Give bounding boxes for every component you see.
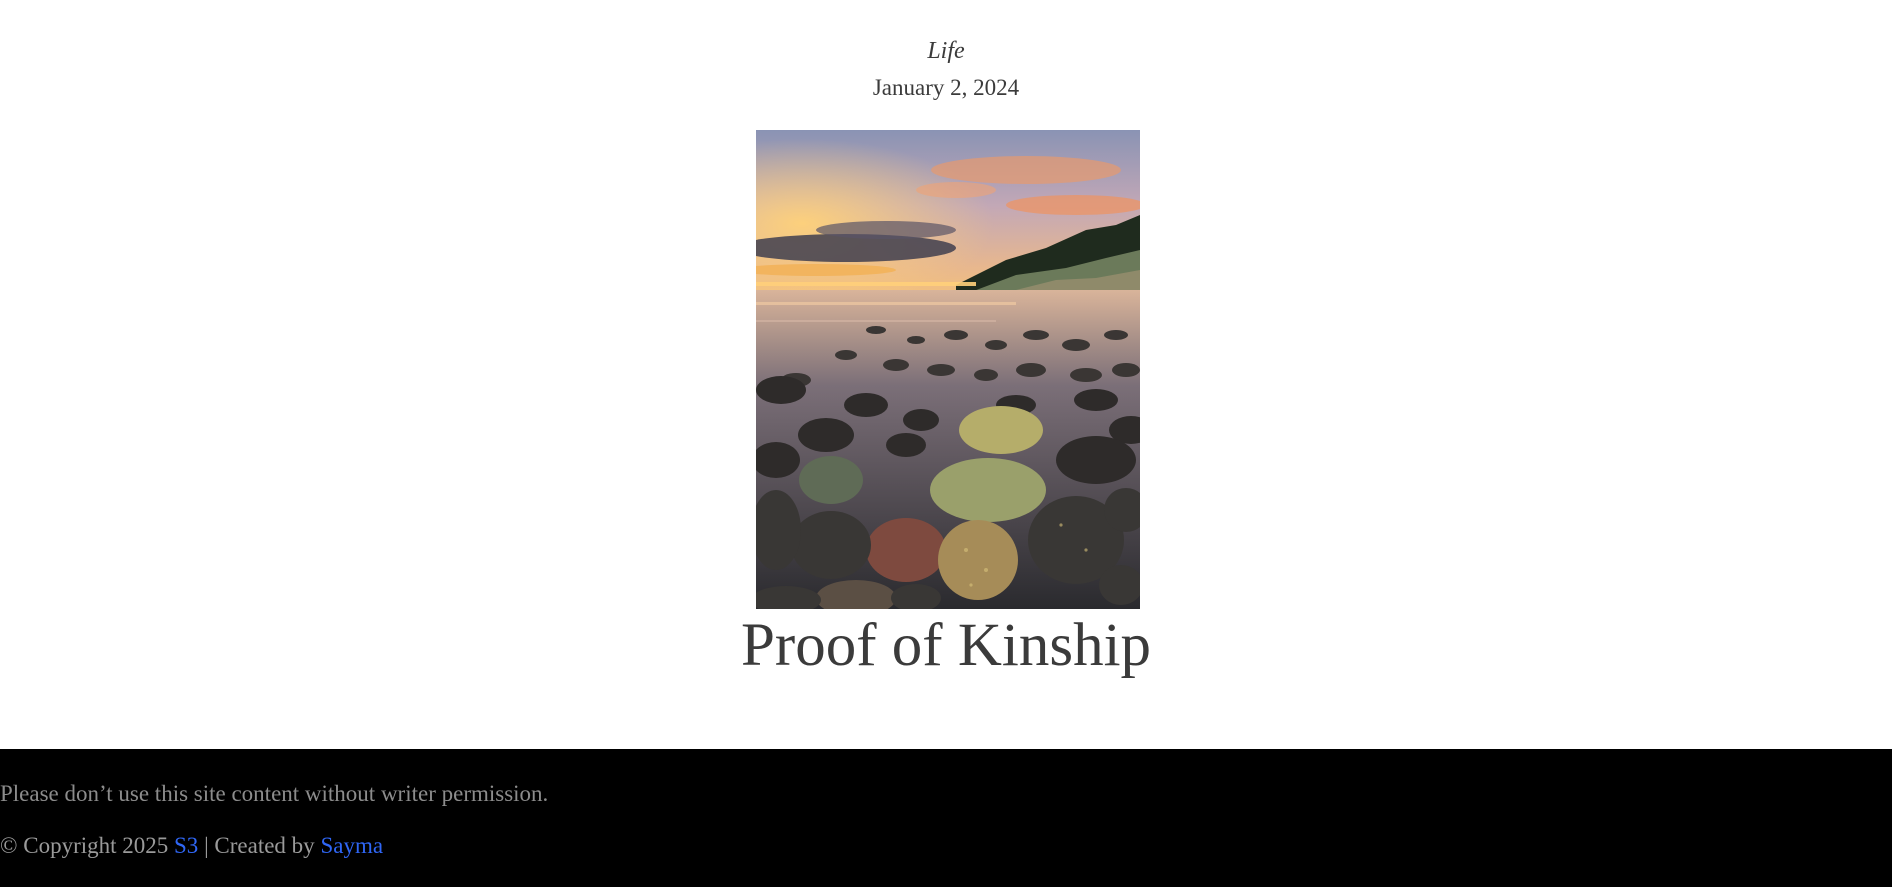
beach-sunset-image <box>756 130 1140 609</box>
copyright-text: © Copyright 2025 <box>0 833 169 858</box>
post-title[interactable]: Proof of Kinship <box>0 610 1892 682</box>
post-featured-image[interactable] <box>756 130 1140 609</box>
footer-copyright: © Copyright 2025 S3 | Created by Sayma <box>0 831 1892 861</box>
post-category-link[interactable]: Life <box>0 36 1892 66</box>
created-by-text: | Created by <box>204 833 315 858</box>
post-card: Life January 2, 2024 Proof of Kinship <box>0 0 1892 749</box>
post-date: January 2, 2024 <box>872 75 1020 100</box>
page: Life January 2, 2024 Proof of Kinship Pl… <box>0 0 1892 887</box>
author-link[interactable]: Sayma <box>320 833 383 858</box>
footer-notice: Please don’t use this site content witho… <box>0 781 549 806</box>
s3-link[interactable]: S3 <box>174 833 198 858</box>
site-footer <box>0 749 1892 887</box>
